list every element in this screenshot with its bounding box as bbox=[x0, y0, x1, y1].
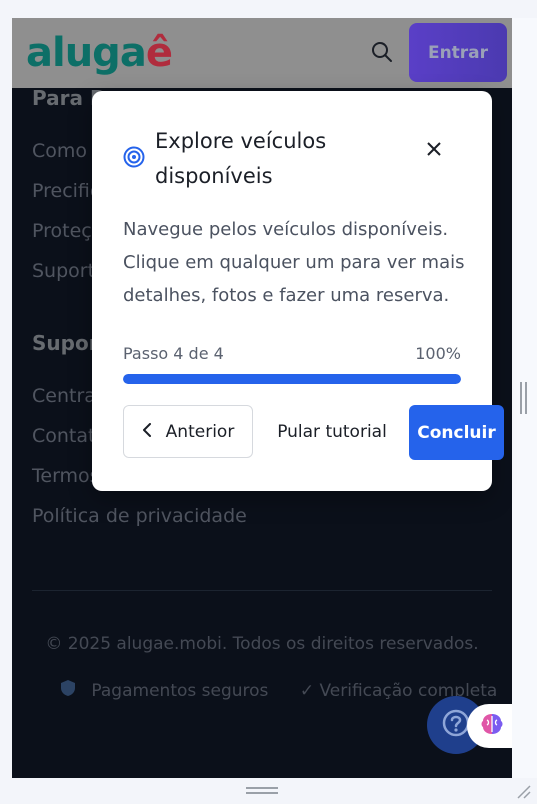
login-button[interactable]: Entrar bbox=[409, 23, 507, 82]
progress-bar bbox=[123, 374, 461, 384]
search-icon[interactable] bbox=[370, 40, 394, 64]
step-indicator: Passo 4 de 4 bbox=[123, 344, 224, 363]
progress-bar-fill bbox=[123, 374, 461, 384]
logo-text: aluga bbox=[26, 30, 147, 76]
vertical-resize-handle[interactable] bbox=[520, 382, 527, 414]
modal-title: Explore veículos disponíveis bbox=[155, 129, 327, 188]
previous-button-label: Anterior bbox=[165, 421, 235, 442]
top-header: alugaê Entrar bbox=[12, 18, 512, 88]
progress-percent: 100% bbox=[415, 344, 461, 363]
alugae-logo[interactable]: alugaê bbox=[26, 30, 173, 76]
logo-accent: ê bbox=[145, 30, 173, 76]
ai-assistant-button[interactable] bbox=[467, 704, 512, 748]
skip-tutorial-button[interactable]: Pular tutorial bbox=[270, 405, 394, 458]
previous-button[interactable]: Anterior bbox=[123, 405, 253, 458]
brain-icon bbox=[479, 711, 505, 741]
close-icon[interactable] bbox=[425, 140, 443, 158]
resize-corner-icon[interactable] bbox=[514, 782, 532, 800]
modal-description: Navegue pelos veículos disponíveis. Cliq… bbox=[123, 219, 465, 306]
target-icon bbox=[123, 146, 145, 168]
tutorial-modal: Explore veículos disponíveis Navegue pel… bbox=[92, 91, 504, 491]
horizontal-resize-handle[interactable] bbox=[246, 787, 278, 794]
finish-button[interactable]: Concluir bbox=[409, 405, 504, 460]
chevron-left-icon bbox=[142, 422, 152, 442]
